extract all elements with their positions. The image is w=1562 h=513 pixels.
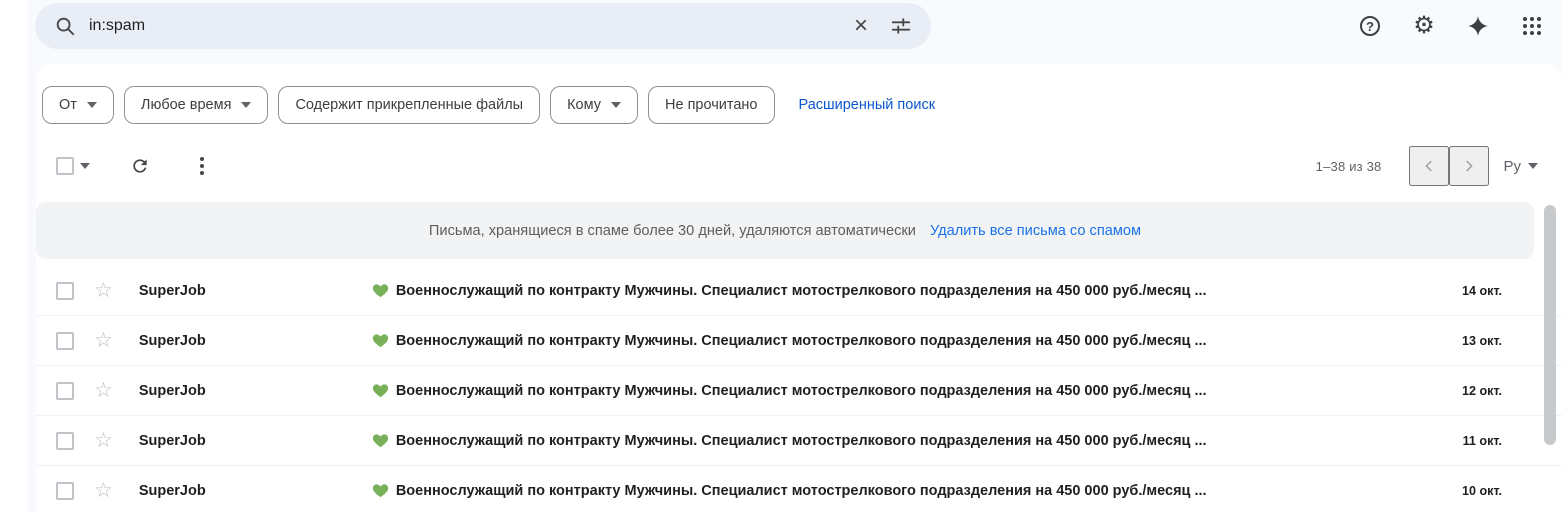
chip-caret-icon xyxy=(611,102,621,108)
spam-notice-banner: Письма, хранящиеся в спаме более 30 дней… xyxy=(36,202,1534,259)
pagination-count: 1–38 из 38 xyxy=(1316,159,1382,174)
pagination: 1–38 из 38 Ру xyxy=(1316,146,1538,186)
email-sender: SuperJob xyxy=(139,383,372,399)
green-heart-icon xyxy=(372,382,389,399)
search-bar[interactable]: × xyxy=(35,3,931,49)
search-icon[interactable] xyxy=(45,6,85,46)
header-actions: ? ⚙ xyxy=(1350,3,1552,49)
spam-notice-text: Письма, хранящиеся в спаме более 30 дней… xyxy=(429,223,916,239)
email-date: 12 окт. xyxy=(1410,384,1502,398)
email-date: 11 окт. xyxy=(1410,434,1502,448)
select-all-checkbox[interactable] xyxy=(56,157,74,175)
language-caret-icon xyxy=(1528,163,1538,169)
email-subject: Военнослужащий по контракту Мужчины. Спе… xyxy=(396,333,1410,349)
email-sender: SuperJob xyxy=(139,283,372,299)
email-row[interactable]: ☆ SuperJob Военнослужащий по контракту М… xyxy=(36,366,1562,416)
filter-chip[interactable]: Содержит прикрепленные файлы xyxy=(278,86,540,124)
select-all-caret-icon[interactable] xyxy=(80,163,90,169)
help-icon[interactable]: ? xyxy=(1350,6,1390,46)
email-subject: Военнослужащий по контракту Мужчины. Спе… xyxy=(396,433,1410,449)
email-list: ☆ SuperJob Военнослужащий по контракту М… xyxy=(36,266,1562,513)
scrollbar-thumb[interactable] xyxy=(1544,205,1556,445)
clear-search-icon[interactable]: × xyxy=(841,6,881,46)
older-page-icon[interactable] xyxy=(1449,146,1489,186)
input-language-selector[interactable]: Ру xyxy=(1503,158,1538,175)
gemini-sparkle-icon[interactable] xyxy=(1458,6,1498,46)
star-icon[interactable]: ☆ xyxy=(94,280,113,301)
star-icon[interactable]: ☆ xyxy=(94,480,113,501)
green-heart-icon xyxy=(372,282,389,299)
search-filter-chips: От Любое время Содержит прикрепленные фа… xyxy=(42,86,1542,124)
left-gutter xyxy=(0,0,28,513)
refresh-icon[interactable] xyxy=(120,146,160,186)
email-row[interactable]: ☆ SuperJob Военнослужащий по контракту М… xyxy=(36,466,1562,513)
email-sender: SuperJob xyxy=(139,333,372,349)
row-checkbox[interactable] xyxy=(56,382,74,400)
email-subject: Военнослужащий по контракту Мужчины. Спе… xyxy=(396,283,1410,299)
email-row[interactable]: ☆ SuperJob Военнослужащий по контракту М… xyxy=(36,416,1562,466)
mail-list-card: От Любое время Содержит прикрепленные фа… xyxy=(36,64,1562,513)
email-row[interactable]: ☆ SuperJob Военнослужащий по контракту М… xyxy=(36,266,1562,316)
more-options-icon[interactable] xyxy=(182,146,222,186)
green-heart-icon xyxy=(372,332,389,349)
row-checkbox[interactable] xyxy=(56,282,74,300)
filter-chip[interactable]: Кому xyxy=(550,86,638,124)
chip-caret-icon xyxy=(87,102,97,108)
apps-grid-icon[interactable] xyxy=(1512,6,1552,46)
delete-all-spam-link[interactable]: Удалить все письма со спамом xyxy=(930,223,1141,239)
email-date: 10 окт. xyxy=(1410,484,1502,498)
search-options-icon[interactable] xyxy=(881,6,921,46)
star-icon[interactable]: ☆ xyxy=(94,380,113,401)
star-icon[interactable]: ☆ xyxy=(94,430,113,451)
row-checkbox[interactable] xyxy=(56,332,74,350)
email-date: 13 окт. xyxy=(1410,334,1502,348)
search-input[interactable] xyxy=(89,17,841,35)
email-subject: Военнослужащий по контракту Мужчины. Спе… xyxy=(396,483,1410,499)
row-checkbox[interactable] xyxy=(56,482,74,500)
advanced-search-link[interactable]: Расширенный поиск xyxy=(799,97,936,113)
filter-chip[interactable]: Не прочитано xyxy=(648,86,775,124)
green-heart-icon xyxy=(372,482,389,499)
row-checkbox[interactable] xyxy=(56,432,74,450)
filter-chip[interactable]: От xyxy=(42,86,114,124)
list-toolbar: 1–38 из 38 Ру xyxy=(48,143,1538,189)
email-date: 14 окт. xyxy=(1410,284,1502,298)
top-bar: × ? ⚙ xyxy=(0,0,1562,62)
input-language-label: Ру xyxy=(1503,158,1521,175)
select-all-control[interactable] xyxy=(48,157,98,175)
email-sender: SuperJob xyxy=(139,433,372,449)
star-icon[interactable]: ☆ xyxy=(94,330,113,351)
chip-caret-icon xyxy=(241,102,251,108)
green-heart-icon xyxy=(372,432,389,449)
settings-gear-icon[interactable]: ⚙ xyxy=(1404,6,1444,46)
email-subject: Военнослужащий по контракту Мужчины. Спе… xyxy=(396,383,1410,399)
email-row[interactable]: ☆ SuperJob Военнослужащий по контракту М… xyxy=(36,316,1562,366)
email-sender: SuperJob xyxy=(139,483,372,499)
newer-page-icon[interactable] xyxy=(1409,146,1449,186)
filter-chip[interactable]: Любое время xyxy=(124,86,269,124)
